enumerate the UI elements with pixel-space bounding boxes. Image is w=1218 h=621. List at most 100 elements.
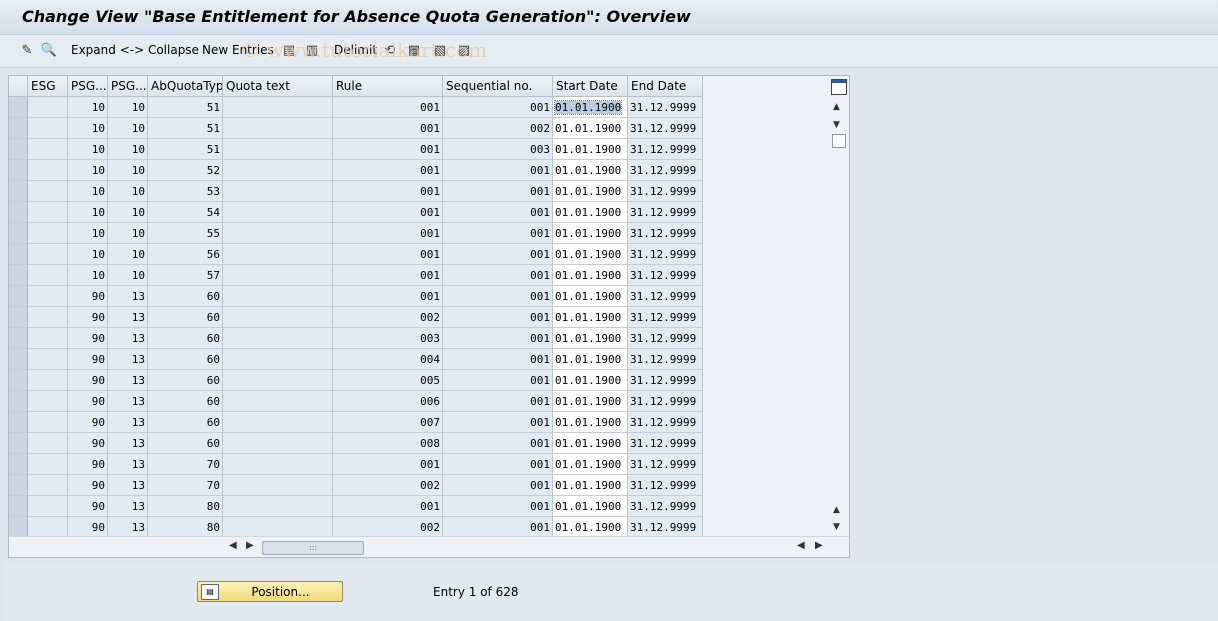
row-selector[interactable]	[9, 391, 28, 412]
cell-end-date[interactable]: 31.12.9999	[628, 97, 703, 118]
column-header-rule[interactable]: Rule	[333, 76, 443, 97]
cell-abquotatyp: 60	[148, 307, 223, 328]
row-selector[interactable]	[9, 370, 28, 391]
vertical-scrollbar[interactable]: ▲ ▼ ▲ ▼	[829, 76, 849, 536]
scroll-right-icon[interactable]: ▶	[246, 540, 254, 551]
table-settings-icon[interactable]	[831, 79, 847, 95]
row-selector[interactable]	[9, 412, 28, 433]
row-selector[interactable]	[9, 202, 28, 223]
scroll-page-down-icon[interactable]: ▼	[833, 522, 840, 532]
cell-end-date[interactable]: 31.12.9999	[628, 202, 703, 223]
cell-start-date[interactable]: 01.01.1900	[553, 349, 628, 370]
scroll-left-end-icon[interactable]: ◀	[797, 540, 805, 551]
scroll-right-end-icon[interactable]: ▶	[815, 540, 823, 551]
cell-end-date[interactable]: 31.12.9999	[628, 391, 703, 412]
cell-end-date[interactable]: 31.12.9999	[628, 412, 703, 433]
expand-collapse-button[interactable]: Expand <-> Collapse	[71, 43, 199, 57]
cell-end-date[interactable]: 31.12.9999	[628, 223, 703, 244]
cell-value: 31.12.9999	[630, 143, 697, 156]
row-selector[interactable]	[9, 160, 28, 181]
cell-psg1: 90	[68, 370, 108, 391]
cell-start-date[interactable]: 01.01.1900	[553, 244, 628, 265]
row-selector[interactable]	[9, 265, 28, 286]
row-selector[interactable]	[9, 97, 28, 118]
column-header-psg2[interactable]: PSG...	[108, 76, 148, 97]
row-selector[interactable]	[9, 307, 28, 328]
position-button[interactable]: ▤ Position...	[197, 581, 343, 602]
column-header-esg[interactable]: ESG	[28, 76, 68, 97]
row-selector[interactable]	[9, 328, 28, 349]
cell-end-date[interactable]: 31.12.9999	[628, 433, 703, 454]
cell-end-date[interactable]: 31.12.9999	[628, 307, 703, 328]
select-all-rows-header[interactable]	[9, 76, 28, 97]
cell-start-date[interactable]: 01.01.1900	[553, 286, 628, 307]
cell-start-date[interactable]: 01.01.1900	[553, 328, 628, 349]
vertical-scroll-thumb[interactable]	[832, 134, 846, 148]
position-button-label: Position...	[251, 584, 310, 599]
cell-start-date[interactable]: 01.01.1900	[553, 139, 628, 160]
cell-end-date[interactable]: 31.12.9999	[628, 475, 703, 496]
row-selector[interactable]	[9, 223, 28, 244]
cell-start-date[interactable]: 01.01.1900	[553, 202, 628, 223]
cell-start-date[interactable]: 01.01.1900	[553, 97, 628, 118]
scroll-up-icon[interactable]: ▲	[833, 102, 840, 112]
cell-start-date[interactable]: 01.01.1900	[553, 496, 628, 517]
cell-start-date[interactable]: 01.01.1900	[553, 370, 628, 391]
cell-end-date[interactable]: 31.12.9999	[628, 118, 703, 139]
row-selector[interactable]	[9, 349, 28, 370]
table-row: 90 13 60 005 001 01.01.1900 31.12.9999	[9, 370, 703, 391]
cell-end-date[interactable]: 31.12.9999	[628, 454, 703, 475]
cell-end-date[interactable]: 31.12.9999	[628, 139, 703, 160]
cell-end-date[interactable]: 31.12.9999	[628, 265, 703, 286]
cell-end-date[interactable]: 31.12.9999	[628, 328, 703, 349]
row-selector[interactable]	[9, 286, 28, 307]
row-selector[interactable]	[9, 517, 28, 538]
cell-start-date[interactable]: 01.01.1900	[553, 475, 628, 496]
column-header-sequential-no[interactable]: Sequential no.	[443, 76, 553, 97]
cell-start-date[interactable]: 01.01.1900	[553, 265, 628, 286]
cell-value: 60	[206, 311, 220, 324]
cell-start-date[interactable]: 01.01.1900	[553, 160, 628, 181]
cell-start-date[interactable]: 01.01.1900	[553, 307, 628, 328]
cell-end-date[interactable]: 31.12.9999	[628, 244, 703, 265]
cell-rule: 006	[333, 391, 443, 412]
row-selector[interactable]	[9, 433, 28, 454]
cell-start-date[interactable]: 01.01.1900	[553, 391, 628, 412]
cell-start-date[interactable]: 01.01.1900	[553, 223, 628, 244]
cell-start-date[interactable]: 01.01.1900	[553, 118, 628, 139]
column-header-start-date[interactable]: Start Date	[553, 76, 628, 97]
row-selector[interactable]	[9, 118, 28, 139]
scroll-down-icon[interactable]: ▼	[833, 120, 840, 130]
cell-psg2: 13	[108, 475, 148, 496]
cell-start-date[interactable]: 01.01.1900	[553, 454, 628, 475]
cell-start-date[interactable]: 01.01.1900	[553, 433, 628, 454]
cell-end-date[interactable]: 31.12.9999	[628, 496, 703, 517]
column-header-abquotatyp[interactable]: AbQuotaTyp	[148, 76, 223, 97]
row-selector[interactable]	[9, 139, 28, 160]
cell-end-date[interactable]: 31.12.9999	[628, 349, 703, 370]
display-change-icon[interactable]: ✎	[18, 41, 36, 59]
cell-start-date[interactable]: 01.01.1900	[553, 412, 628, 433]
cell-start-date[interactable]: 01.01.1900	[553, 181, 628, 202]
column-header-quota-text[interactable]: Quota text	[223, 76, 333, 97]
cell-end-date[interactable]: 31.12.9999	[628, 160, 703, 181]
row-selector[interactable]	[9, 496, 28, 517]
column-header-end-date[interactable]: End Date	[628, 76, 703, 97]
row-selector[interactable]	[9, 475, 28, 496]
row-selector[interactable]	[9, 181, 28, 202]
scroll-left-icon[interactable]: ◀	[229, 540, 237, 551]
cell-start-date[interactable]: 01.01.1900	[553, 517, 628, 538]
horizontal-scroll-thumb[interactable]: :::	[262, 541, 364, 555]
cell-end-date[interactable]: 31.12.9999	[628, 517, 703, 538]
horizontal-scrollbar[interactable]: ◀ ▶ ::: ◀ ▶	[9, 536, 849, 557]
details-icon[interactable]: 🔍	[40, 41, 58, 59]
cell-value: 31.12.9999	[630, 122, 697, 135]
cell-end-date[interactable]: 31.12.9999	[628, 370, 703, 391]
row-selector[interactable]	[9, 244, 28, 265]
cell-end-date[interactable]: 31.12.9999	[628, 286, 703, 307]
row-selector[interactable]	[9, 454, 28, 475]
column-header-psg1[interactable]: PSG...	[68, 76, 108, 97]
cell-end-date[interactable]: 31.12.9999	[628, 181, 703, 202]
scroll-page-up-icon[interactable]: ▲	[833, 505, 840, 515]
cell-abquotatyp: 60	[148, 433, 223, 454]
